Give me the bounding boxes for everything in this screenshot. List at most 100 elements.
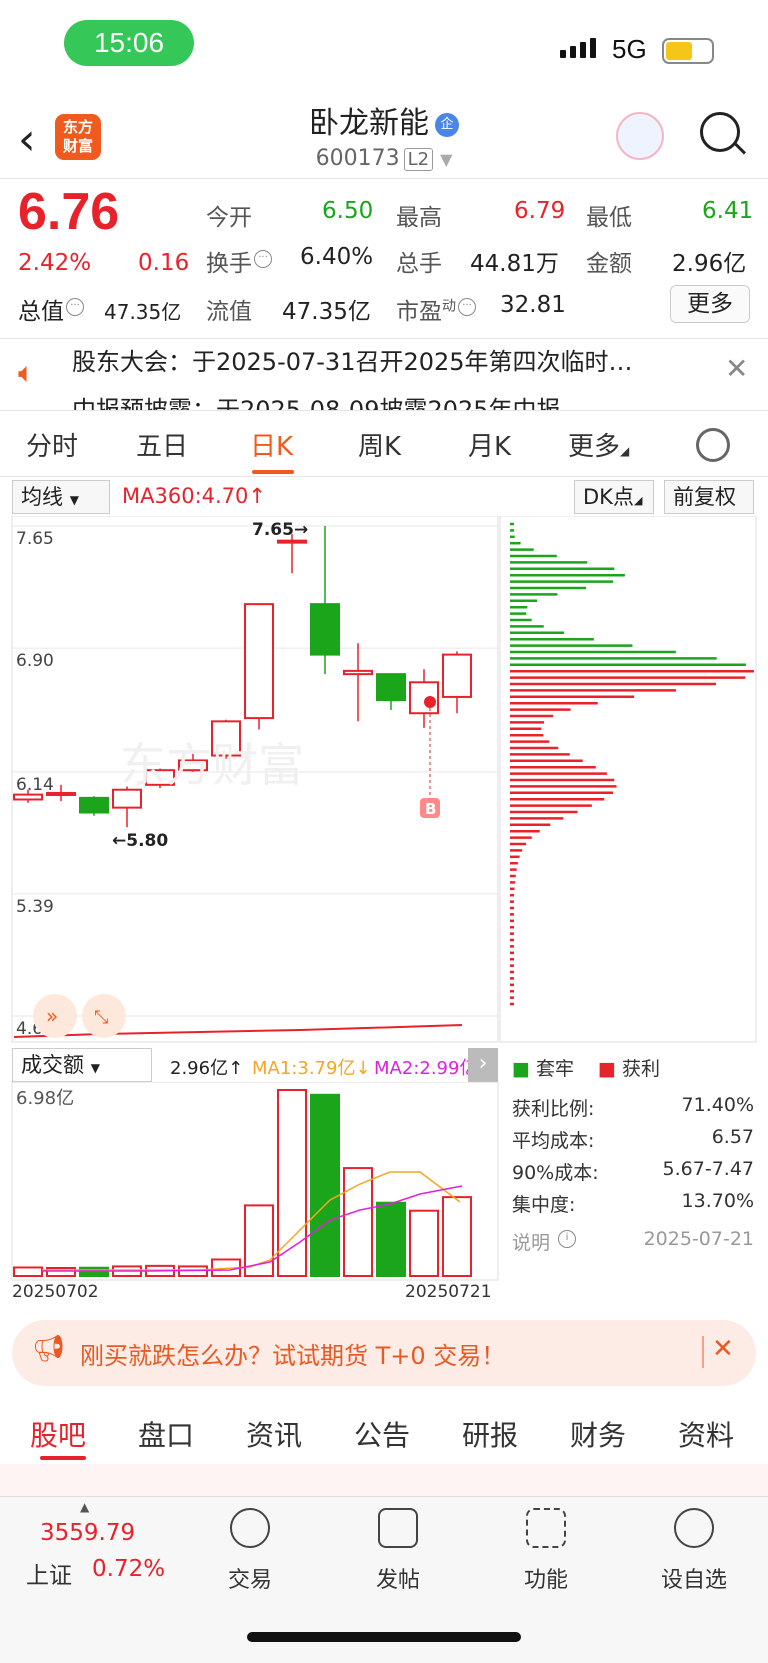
legend-trapped: ■ 套牢 bbox=[512, 1058, 575, 1080]
float-value: 47.35亿 bbox=[282, 299, 371, 325]
notice-line-1: 股东大会：于2025-07-31召开2025年第四次临时… bbox=[72, 348, 633, 376]
y-tick-label: 5.39 bbox=[16, 897, 54, 917]
chip-date: 2025-07-21 bbox=[643, 1228, 754, 1250]
cost90-label: 90%成本: bbox=[512, 1162, 599, 1184]
subtab-announcement[interactable]: 公告 bbox=[354, 1414, 410, 1454]
chevron-down-icon: ▼ bbox=[440, 150, 453, 169]
period-tabs: 分时 五日 日K 周K 月K 更多◢ bbox=[0, 418, 768, 474]
x-end-label: 20250721 bbox=[405, 1282, 492, 1302]
profit-ratio-value: 71.40% bbox=[681, 1094, 754, 1116]
tab-intraday[interactable]: 分时 bbox=[26, 426, 78, 463]
nav-post[interactable]: 发帖 bbox=[353, 1562, 443, 1594]
volume-value: 44.81万 bbox=[470, 251, 559, 277]
notice-ticker[interactable]: 🔈︎ 股东大会：于2025-07-31召开2025年第四次临时… 中报预披露：于… bbox=[0, 338, 768, 410]
function-grid-icon[interactable] bbox=[526, 1508, 566, 1548]
high-value: 6.79 bbox=[514, 198, 566, 224]
subtab-news[interactable]: 资讯 bbox=[246, 1414, 302, 1454]
tab-daily-k[interactable]: 日K bbox=[250, 426, 293, 463]
index-name: 上证 bbox=[26, 1563, 72, 1589]
profit-ratio-label: 获利比例: bbox=[512, 1098, 595, 1120]
verified-badge: 企 bbox=[435, 112, 459, 137]
volume-chart[interactable]: 6.98亿 bbox=[0, 1082, 500, 1282]
volume-bar bbox=[442, 1196, 472, 1277]
candle-body bbox=[442, 653, 472, 698]
tab-weekly-k[interactable]: 周K bbox=[358, 426, 401, 463]
buy-marker-dot bbox=[424, 696, 436, 708]
search-icon[interactable] bbox=[700, 112, 740, 152]
amount-value: 2.96亿 bbox=[672, 251, 747, 277]
avg-cost-label: 平均成本: bbox=[512, 1130, 595, 1152]
open-label: 今开 bbox=[206, 205, 252, 231]
avg-cost-value: 6.57 bbox=[711, 1126, 754, 1148]
pe-label: 市盈动 ··· bbox=[396, 292, 476, 326]
high-annotation: 7.65→ bbox=[252, 520, 308, 540]
chevron-right-icon[interactable]: › bbox=[468, 1048, 498, 1082]
caret-up-icon: ▲ bbox=[80, 1500, 90, 1514]
close-icon[interactable]: ✕ bbox=[725, 352, 748, 385]
nav-trade[interactable]: 交易 bbox=[205, 1562, 295, 1594]
candle-body bbox=[79, 796, 109, 814]
volume-value: 2.96亿↑ bbox=[170, 1058, 244, 1079]
divider bbox=[0, 410, 768, 411]
adjust-select[interactable]: 前复权 bbox=[664, 480, 754, 514]
active-tab-indicator bbox=[252, 470, 294, 474]
y-tick-label: 6.90 bbox=[16, 651, 54, 671]
tab-monthly-k[interactable]: 月K bbox=[468, 426, 511, 463]
explain-link[interactable]: 说明 i bbox=[512, 1228, 577, 1255]
battery-icon bbox=[662, 38, 714, 64]
ma360-value: MA360:4.70↑ bbox=[122, 484, 266, 508]
more-quote-button[interactable]: 更多 bbox=[670, 285, 750, 323]
settings-gear-icon[interactable] bbox=[696, 428, 730, 462]
concentration-label: 集中度: bbox=[512, 1194, 576, 1216]
mktcap-label: 总值 ··· bbox=[18, 292, 84, 326]
watchlist-icon[interactable] bbox=[674, 1508, 714, 1548]
last-price: 6.76 bbox=[18, 183, 120, 241]
pe-value: 32.81 bbox=[500, 292, 566, 318]
candle-body bbox=[244, 603, 274, 720]
tab-more[interactable]: 更多◢ bbox=[568, 426, 629, 463]
subtab-forum[interactable]: 股吧 bbox=[30, 1414, 86, 1454]
signal-icon bbox=[560, 38, 596, 58]
volume-bar bbox=[13, 1266, 43, 1277]
ma-select[interactable]: 均线 ▼ bbox=[12, 480, 110, 514]
change-pct: 2.42% bbox=[18, 250, 92, 276]
subtab-orderbook[interactable]: 盘口 bbox=[138, 1414, 194, 1454]
subtab-research[interactable]: 研报 bbox=[462, 1414, 518, 1454]
index-value[interactable]: 3559.79 bbox=[40, 1520, 135, 1546]
megaphone-icon: 📢︎ bbox=[32, 1334, 66, 1364]
nav-add-watch[interactable]: 设自选 bbox=[649, 1562, 739, 1594]
expand-left-glyph: » bbox=[46, 1004, 58, 1028]
stock-name: 卧龙新能 bbox=[309, 106, 429, 141]
close-icon[interactable]: ✕ bbox=[712, 1334, 734, 1364]
speaker-icon: 🔈︎ bbox=[18, 356, 35, 389]
divider bbox=[0, 178, 768, 179]
network-type: 5G bbox=[612, 34, 647, 64]
forum-preview-strip bbox=[0, 1464, 768, 1496]
candle-body bbox=[310, 603, 340, 656]
low-label: 最低 bbox=[586, 205, 632, 231]
volume-max-label: 6.98亿 bbox=[16, 1088, 74, 1109]
subtab-profile[interactable]: 资料 bbox=[678, 1414, 734, 1454]
dk-select[interactable]: DK点◢ bbox=[574, 480, 654, 514]
fullscreen-glyph: ⤡ bbox=[94, 1007, 108, 1028]
tab-five-day[interactable]: 五日 bbox=[136, 426, 188, 463]
ma1-value: MA1:3.79亿↓ bbox=[252, 1058, 371, 1079]
y-tick-label: 7.65 bbox=[16, 529, 54, 549]
active-subtab-indicator bbox=[40, 1456, 86, 1460]
post-edit-icon[interactable] bbox=[378, 1508, 418, 1548]
legend-profit: ■ 获利 bbox=[598, 1058, 661, 1080]
candle-body bbox=[343, 669, 373, 676]
candle-body bbox=[277, 539, 307, 544]
trade-icon[interactable] bbox=[230, 1508, 270, 1548]
volume-bar bbox=[79, 1266, 109, 1278]
subtab-finance[interactable]: 财务 bbox=[570, 1414, 626, 1454]
kline-chart[interactable]: 7.656.906.145.394.64 东方财富 7.65→ ←5.80 B … bbox=[0, 516, 768, 1046]
volume-select[interactable]: 成交额 ▼ bbox=[12, 1048, 152, 1082]
volume-bar bbox=[409, 1209, 439, 1277]
candle-body bbox=[13, 793, 43, 801]
promo-banner[interactable]: 📢︎ 刚买就跌怎么办？试试期货 T+0 交易！ ✕ bbox=[12, 1320, 756, 1386]
robot-assistant-icon[interactable] bbox=[616, 112, 664, 160]
nav-function[interactable]: 功能 bbox=[501, 1562, 591, 1594]
candle-body bbox=[376, 673, 406, 702]
concentration-value: 13.70% bbox=[681, 1190, 754, 1212]
